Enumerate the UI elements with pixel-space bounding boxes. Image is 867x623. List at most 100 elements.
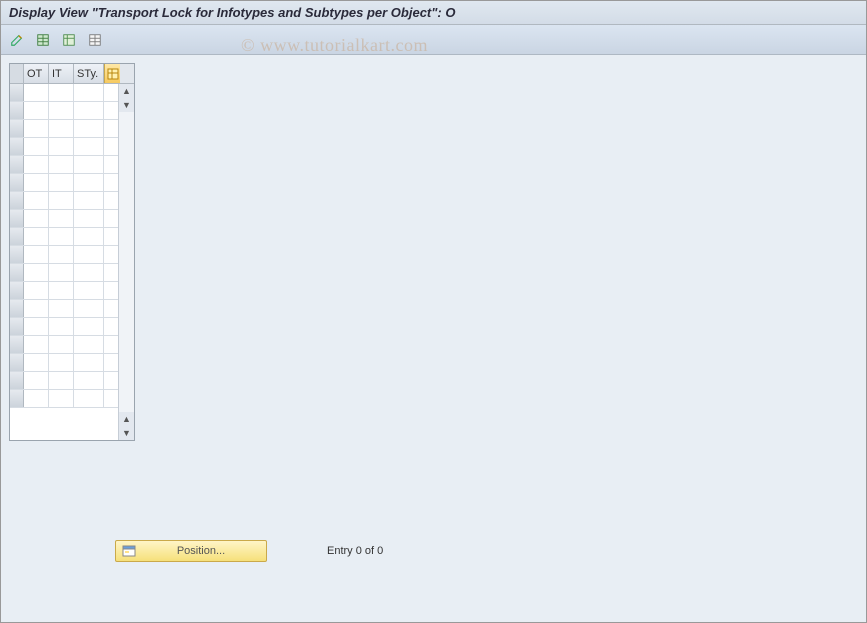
column-header-it[interactable]: IT (49, 64, 74, 83)
table-cell[interactable] (24, 192, 49, 209)
table-cell[interactable] (49, 228, 74, 245)
table-cell[interactable] (49, 372, 74, 389)
table-cell[interactable] (74, 174, 104, 191)
table-cell[interactable] (74, 282, 104, 299)
position-button[interactable]: Position... (115, 540, 267, 562)
table-cell[interactable] (24, 246, 49, 263)
row-selector[interactable] (10, 354, 24, 371)
row-selector[interactable] (10, 318, 24, 335)
table-cell[interactable] (74, 246, 104, 263)
table-cell[interactable] (49, 354, 74, 371)
vertical-scrollbar[interactable]: ▲ ▼ ▲ ▼ (118, 84, 134, 440)
row-selector-header[interactable] (10, 64, 24, 83)
table-cell[interactable] (74, 264, 104, 281)
table-row[interactable] (10, 264, 118, 282)
table-cell[interactable] (49, 282, 74, 299)
table-row[interactable] (10, 354, 118, 372)
row-selector[interactable] (10, 390, 24, 407)
table-cell[interactable] (74, 210, 104, 227)
table-cell[interactable] (74, 156, 104, 173)
table-cell[interactable] (49, 318, 74, 335)
table-row[interactable] (10, 192, 118, 210)
table-row[interactable] (10, 228, 118, 246)
table-cell[interactable] (24, 174, 49, 191)
table-row[interactable] (10, 282, 118, 300)
table-cell[interactable] (24, 354, 49, 371)
scroll-up-arrow[interactable]: ▲ (119, 84, 134, 98)
change-button[interactable] (7, 30, 27, 50)
table-cell[interactable] (49, 210, 74, 227)
table-cell[interactable] (49, 390, 74, 407)
row-selector[interactable] (10, 228, 24, 245)
table-cell[interactable] (24, 228, 49, 245)
column-header-sty[interactable]: STy. (74, 64, 104, 83)
table-cell[interactable] (24, 120, 49, 137)
row-selector[interactable] (10, 138, 24, 155)
table-cell[interactable] (49, 174, 74, 191)
table-cell[interactable] (49, 192, 74, 209)
scroll-up-arrow-bottom[interactable]: ▲ (119, 412, 134, 426)
table-cell[interactable] (24, 300, 49, 317)
table-cell[interactable] (74, 84, 104, 101)
table-row[interactable] (10, 174, 118, 192)
table-cell[interactable] (24, 390, 49, 407)
table-cell[interactable] (24, 84, 49, 101)
table-cell[interactable] (74, 372, 104, 389)
row-selector[interactable] (10, 192, 24, 209)
table-cell[interactable] (24, 264, 49, 281)
row-selector[interactable] (10, 174, 24, 191)
table-row[interactable] (10, 84, 118, 102)
table-cell[interactable] (74, 120, 104, 137)
table-row[interactable] (10, 210, 118, 228)
scroll-track[interactable] (119, 112, 134, 412)
table-row[interactable] (10, 102, 118, 120)
row-selector[interactable] (10, 210, 24, 227)
row-selector[interactable] (10, 372, 24, 389)
row-selector[interactable] (10, 84, 24, 101)
table-config-button[interactable] (104, 64, 120, 83)
table-settings-button[interactable] (85, 30, 105, 50)
row-selector[interactable] (10, 336, 24, 353)
table-cell[interactable] (74, 300, 104, 317)
row-selector[interactable] (10, 246, 24, 263)
row-selector[interactable] (10, 300, 24, 317)
scroll-down-arrow[interactable]: ▼ (119, 98, 134, 112)
table-cell[interactable] (24, 138, 49, 155)
deselect-all-button[interactable] (59, 30, 79, 50)
table-cell[interactable] (74, 336, 104, 353)
table-row[interactable] (10, 318, 118, 336)
table-cell[interactable] (49, 336, 74, 353)
table-cell[interactable] (74, 138, 104, 155)
table-cell[interactable] (74, 228, 104, 245)
table-cell[interactable] (24, 210, 49, 227)
table-cell[interactable] (49, 300, 74, 317)
table-cell[interactable] (24, 336, 49, 353)
table-cell[interactable] (49, 84, 74, 101)
row-selector[interactable] (10, 282, 24, 299)
table-cell[interactable] (74, 390, 104, 407)
table-cell[interactable] (24, 372, 49, 389)
table-row[interactable] (10, 336, 118, 354)
row-selector[interactable] (10, 102, 24, 119)
table-row[interactable] (10, 138, 118, 156)
table-cell[interactable] (74, 192, 104, 209)
scroll-down-arrow-bottom[interactable]: ▼ (119, 426, 134, 440)
table-cell[interactable] (49, 264, 74, 281)
table-cell[interactable] (24, 102, 49, 119)
table-row[interactable] (10, 120, 118, 138)
table-cell[interactable] (24, 318, 49, 335)
table-cell[interactable] (49, 156, 74, 173)
table-cell[interactable] (74, 354, 104, 371)
row-selector[interactable] (10, 120, 24, 137)
table-cell[interactable] (24, 156, 49, 173)
column-header-ot[interactable]: OT (24, 64, 49, 83)
table-cell[interactable] (49, 246, 74, 263)
table-cell[interactable] (74, 318, 104, 335)
table-row[interactable] (10, 156, 118, 174)
table-cell[interactable] (49, 138, 74, 155)
row-selector[interactable] (10, 156, 24, 173)
table-row[interactable] (10, 246, 118, 264)
table-cell[interactable] (74, 102, 104, 119)
table-row[interactable] (10, 372, 118, 390)
table-cell[interactable] (49, 102, 74, 119)
